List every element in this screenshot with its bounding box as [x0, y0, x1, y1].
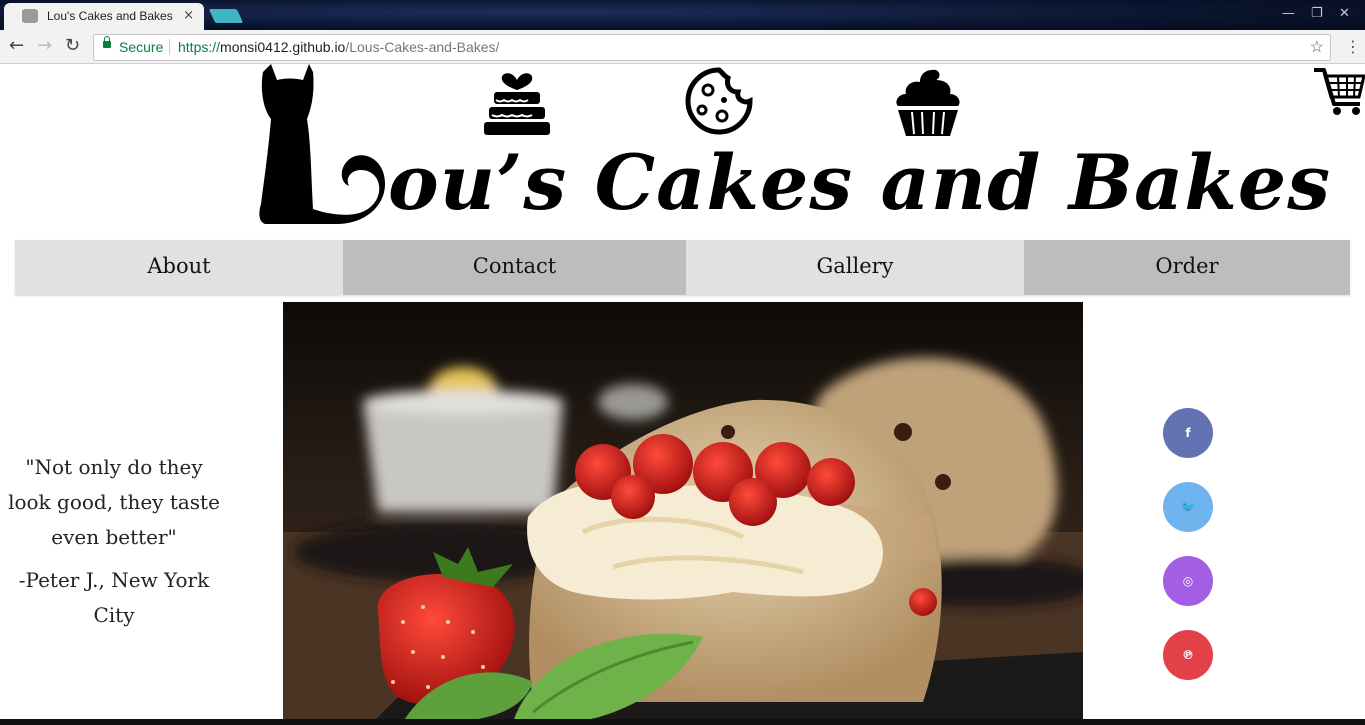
window-close-icon[interactable]: ✕: [1339, 6, 1350, 21]
back-icon[interactable]: ←: [9, 36, 24, 56]
facebook-icon[interactable]: f: [1163, 408, 1213, 458]
main-nav: About Contact Gallery Order: [15, 240, 1350, 295]
url-host: monsi0412.github.io: [220, 39, 346, 55]
hero-image: [283, 302, 1083, 719]
reload-icon[interactable]: ↻: [65, 36, 80, 56]
address-bar[interactable]: Secure https://monsi0412.github.io/Lous-…: [93, 34, 1331, 61]
browser-toolbar: ← → ↻ Secure https://monsi0412.github.io…: [0, 30, 1365, 64]
tab-close-icon[interactable]: ×: [183, 8, 194, 23]
tab-strip: Lou's Cakes and Bakes × — ❐ ✕: [0, 0, 1365, 30]
testimonial-quote: "Not only do they look good, they taste …: [8, 455, 220, 549]
forward-icon[interactable]: →: [37, 36, 52, 56]
twitter-icon[interactable]: 🐦: [1163, 482, 1213, 532]
maximize-icon[interactable]: ❐: [1311, 6, 1323, 21]
minimize-icon[interactable]: —: [1282, 6, 1295, 21]
instagram-icon[interactable]: ◎: [1163, 556, 1213, 606]
site-favicon-icon: [22, 9, 38, 23]
nav-contact[interactable]: Contact: [343, 240, 686, 295]
nav-order[interactable]: Order: [1024, 240, 1350, 295]
brand-name: ou’s Cakes and Bakes: [388, 138, 1332, 227]
browser-tab[interactable]: Lou's Cakes and Bakes ×: [4, 3, 204, 30]
nav-about[interactable]: About: [15, 240, 343, 295]
url-text: https://monsi0412.github.io/Lous-Cakes-a…: [178, 39, 499, 55]
cake-icon: [484, 73, 550, 135]
testimonial: "Not only do they look good, they taste …: [8, 450, 220, 633]
url-path: /Lous-Cakes-and-Bakes/: [345, 39, 500, 55]
tab-title: Lou's Cakes and Bakes: [47, 9, 173, 23]
testimonial-author: -Peter J., New York City: [18, 568, 210, 627]
cupcake-icon: [896, 69, 960, 136]
pinterest-icon[interactable]: ℗: [1163, 630, 1213, 680]
window-bottom-edge: [0, 719, 1365, 725]
bookmark-star-icon[interactable]: ☆: [1310, 37, 1324, 57]
lock-icon: [103, 36, 111, 48]
browser-menu-icon[interactable]: ⋮: [1345, 37, 1361, 56]
url-scheme: https://: [178, 39, 221, 55]
cookie-icon: [685, 67, 753, 135]
secure-label: Secure: [119, 39, 164, 55]
shopping-cart-icon[interactable]: [1312, 64, 1365, 119]
cat-icon: [259, 64, 385, 224]
omnibox-divider: [169, 39, 170, 55]
nav-gallery[interactable]: Gallery: [686, 240, 1024, 295]
site-logo[interactable]: ou’s Cakes and Bakes: [0, 64, 1365, 234]
new-tab-button[interactable]: [208, 9, 244, 23]
page-content: ou’s Cakes and Bakes About Contact Galle…: [0, 64, 1365, 719]
